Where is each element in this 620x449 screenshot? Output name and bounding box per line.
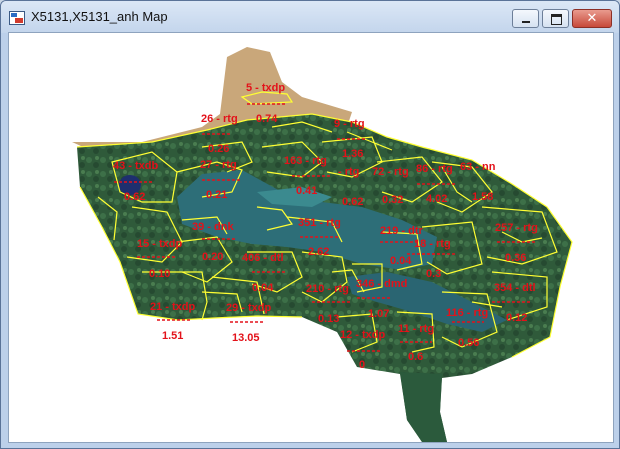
parcel-value: 0.62 — [124, 191, 145, 203]
parcel-value: 0.20 — [202, 251, 223, 263]
parcel-label: 39 - dnk — [192, 221, 234, 233]
parcel-value: 4.02 — [426, 193, 447, 205]
close-icon: ✕ — [586, 11, 598, 26]
parcel-value: 0.12 — [506, 312, 527, 324]
parcel-value: 0.62 — [342, 196, 363, 208]
parcel-label: 351 - rtg — [298, 217, 341, 229]
parcel-label: 257 - rtg — [495, 222, 538, 234]
parcel-value: 1.58 — [472, 191, 493, 203]
parcel-label: 219 - dtr — [380, 225, 424, 237]
parcel-value: 0 — [359, 359, 365, 371]
window-title: X5131,X5131_anh Map — [31, 9, 168, 24]
parcel-label: 406 - dtl — [242, 252, 284, 264]
map-window: X5131,X5131_anh Map ✕ 5 - txdp 26 - rtg … — [0, 0, 620, 449]
parcel-value: 0.32 — [382, 194, 403, 206]
parcel-label: 346 - dmd — [356, 278, 407, 290]
parcel-label: 26 - rtg — [201, 113, 238, 125]
parcel-value: 0.36 — [505, 252, 526, 264]
parcel-value: 0.3 — [426, 268, 441, 280]
parcel-value: 0.21 — [206, 189, 227, 201]
parcel-label: 210 - rtg — [306, 283, 349, 295]
map-drawing: 5 - txdp 26 - rtg 0.26 0.74 9 - rtg 1.36… — [72, 47, 573, 442]
parcel-label: 163 - rtg — [284, 155, 327, 167]
parcel-label: 5 - txdp — [246, 82, 285, 94]
parcel-value: 13.05 — [232, 332, 260, 344]
parcel-value: 0.56 — [458, 337, 479, 349]
minimize-button[interactable] — [512, 9, 539, 28]
close-button[interactable]: ✕ — [572, 9, 612, 28]
maximize-button[interactable] — [542, 9, 569, 28]
parcel-value: 0.04 — [390, 255, 412, 267]
parcel-value: 0.6 — [408, 351, 423, 363]
title-bar[interactable]: X5131,X5131_anh Map ✕ — [1, 1, 619, 33]
land-south-extension — [400, 372, 447, 442]
parcel-label: 12 - txdp — [340, 329, 386, 341]
parcel-value: 1.07 — [368, 308, 389, 320]
parcel-value: 2.62 — [308, 246, 329, 258]
parcel-value: 0.04 — [252, 282, 274, 294]
parcel-value: 0.13 — [318, 313, 339, 325]
parcel-value: 1.36 — [342, 148, 363, 160]
parcel-label: 18 - rtg — [414, 238, 451, 250]
parcel-label: 9 - rtg — [334, 118, 365, 130]
parcel-label: 116 - rtg — [446, 307, 488, 319]
parcel-value: 0.41 — [296, 185, 317, 197]
parcel-label: - rtg — [338, 166, 359, 178]
parcel-label: 63 - nn — [460, 161, 496, 173]
parcel-value: 1.51 — [162, 330, 183, 342]
parcel-label: 27 - rtg — [200, 159, 237, 171]
parcel-label: 15 - txdp — [137, 238, 183, 250]
parcel-label: 43 - txdb — [113, 160, 159, 172]
parcel-value: 0.10 — [149, 268, 170, 280]
parcel-label: 29 - txdp — [226, 302, 272, 314]
parcel-label: 354 - dtl — [494, 282, 536, 294]
parcel-label: 21 - txdp — [150, 301, 196, 313]
parcel-value: 0.26 — [208, 143, 229, 155]
map-canvas[interactable]: 5 - txdp 26 - rtg 0.26 0.74 9 - rtg 1.36… — [8, 32, 614, 443]
parcel-value: 0.74 — [256, 113, 278, 125]
parcel-label: 72 - rtg — [372, 166, 409, 178]
parcel-label: 11 - rtg — [398, 323, 434, 335]
parcel-label: 86 - rtg — [416, 163, 453, 175]
map-app-icon[interactable] — [9, 11, 25, 25]
